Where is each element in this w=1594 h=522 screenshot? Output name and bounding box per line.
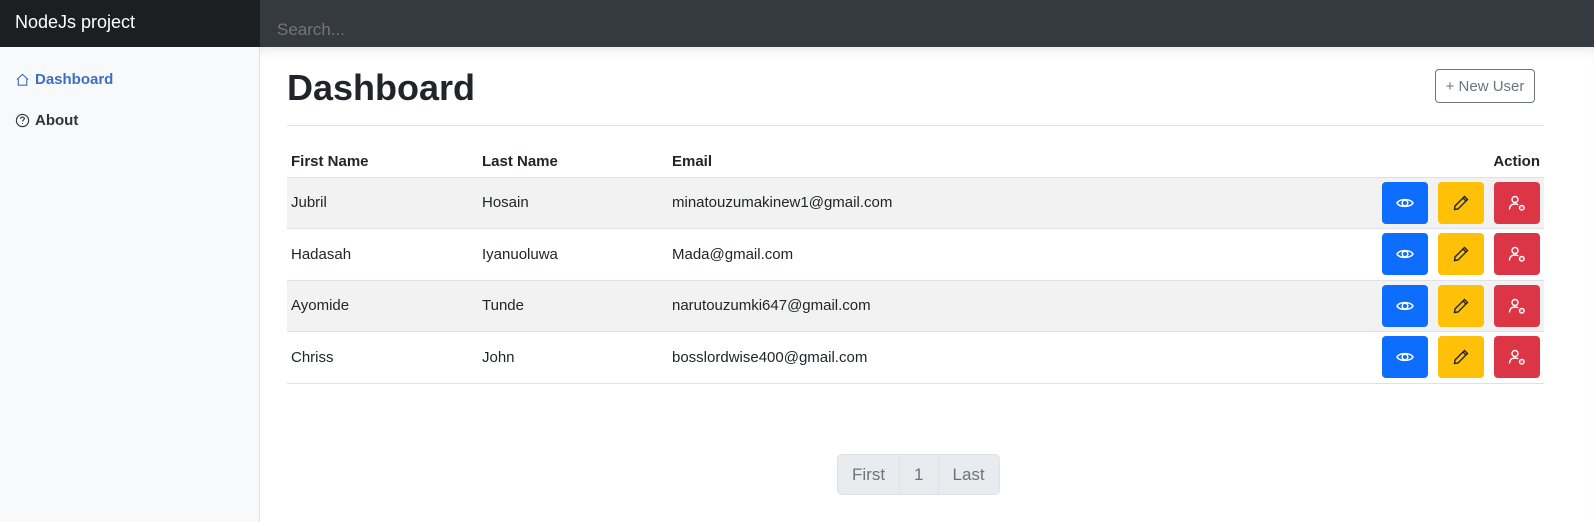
table-header-row: First Name Last Name Email Action — [287, 147, 1544, 178]
eye-icon — [1395, 301, 1414, 310]
edit-button[interactable] — [1437, 284, 1484, 327]
table-row: Chriss John bosslordwise400@gmail.com — [287, 331, 1544, 384]
eye-icon — [1395, 353, 1414, 362]
pencil-icon — [1453, 298, 1469, 314]
divider — [287, 125, 1544, 126]
cell-actions — [1167, 331, 1544, 384]
cell-first-name: Chriss — [287, 331, 478, 384]
pagination-last[interactable]: Last — [939, 455, 999, 494]
cell-actions — [1167, 228, 1544, 281]
question-circle-icon — [15, 113, 30, 128]
table-row: Jubril Hosain minatouzumakinew1@gmail.co… — [287, 177, 1544, 229]
cell-first-name: Ayomide — [287, 280, 478, 332]
home-icon — [16, 73, 29, 86]
delete-button[interactable] — [1494, 284, 1540, 327]
cell-last-name: Tunde — [478, 280, 668, 332]
pencil-icon — [1453, 195, 1469, 211]
cell-actions — [1167, 177, 1544, 229]
eye-icon — [1395, 198, 1414, 207]
delete-button[interactable] — [1494, 233, 1540, 276]
column-header-first-name: First Name — [287, 147, 478, 178]
sidebar: Dashboard About — [0, 47, 260, 522]
sidebar-item-dashboard[interactable]: Dashboard — [15, 71, 113, 88]
view-button[interactable] — [1381, 181, 1428, 224]
cell-email: bosslordwise400@gmail.com — [668, 331, 1168, 384]
table-row: Hadasah Iyanuoluwa Mada@gmail.com — [287, 228, 1544, 281]
main-content: Dashboard + New User First Name Last Nam… — [260, 47, 1594, 522]
view-button[interactable] — [1381, 233, 1428, 276]
column-header-action: Action — [1167, 147, 1544, 178]
new-user-button[interactable]: + New User — [1435, 69, 1535, 103]
cell-email: narutouzumki647@gmail.com — [668, 280, 1168, 332]
sidebar-item-label: Dashboard — [35, 71, 114, 88]
page-title: Dashboard — [287, 67, 476, 108]
table-row: Ayomide Tunde narutouzumki647@gmail.com — [287, 280, 1544, 332]
cell-first-name: Hadasah — [287, 228, 478, 281]
user-remove-icon — [1508, 298, 1525, 314]
users-table: First Name Last Name Email Action Jubril… — [287, 147, 1544, 384]
cell-first-name: Jubril — [287, 177, 478, 229]
sidebar-item-about[interactable]: About — [15, 112, 78, 129]
top-navbar: NodeJs project — [0, 0, 1594, 47]
view-button[interactable] — [1381, 284, 1428, 327]
pagination-first[interactable]: First — [838, 455, 901, 494]
sidebar-item-label: About — [35, 112, 79, 129]
eye-icon — [1395, 250, 1414, 259]
delete-button[interactable] — [1494, 181, 1540, 224]
user-remove-icon — [1508, 195, 1525, 211]
user-remove-icon — [1508, 350, 1525, 366]
brand-title[interactable]: NodeJs project — [0, 0, 260, 47]
cell-last-name: John — [478, 331, 668, 384]
edit-button[interactable] — [1437, 233, 1484, 276]
view-button[interactable] — [1381, 336, 1428, 379]
column-header-email: Email — [668, 147, 1168, 178]
cell-actions — [1167, 280, 1544, 332]
column-header-last-name: Last Name — [478, 147, 668, 178]
user-remove-icon — [1508, 247, 1525, 263]
cell-email: minatouzumakinew1@gmail.com — [668, 177, 1168, 229]
edit-button[interactable] — [1437, 181, 1484, 224]
pagination-page-1[interactable]: 1 — [900, 455, 939, 494]
pencil-icon — [1453, 349, 1469, 365]
cell-last-name: Iyanuoluwa — [478, 228, 668, 281]
cell-email: Mada@gmail.com — [668, 228, 1168, 281]
edit-button[interactable] — [1437, 336, 1484, 379]
pagination: First 1 Last — [837, 454, 1000, 495]
pencil-icon — [1453, 246, 1469, 262]
search-input[interactable] — [260, 0, 1594, 47]
delete-button[interactable] — [1494, 336, 1540, 379]
cell-last-name: Hosain — [478, 177, 668, 229]
